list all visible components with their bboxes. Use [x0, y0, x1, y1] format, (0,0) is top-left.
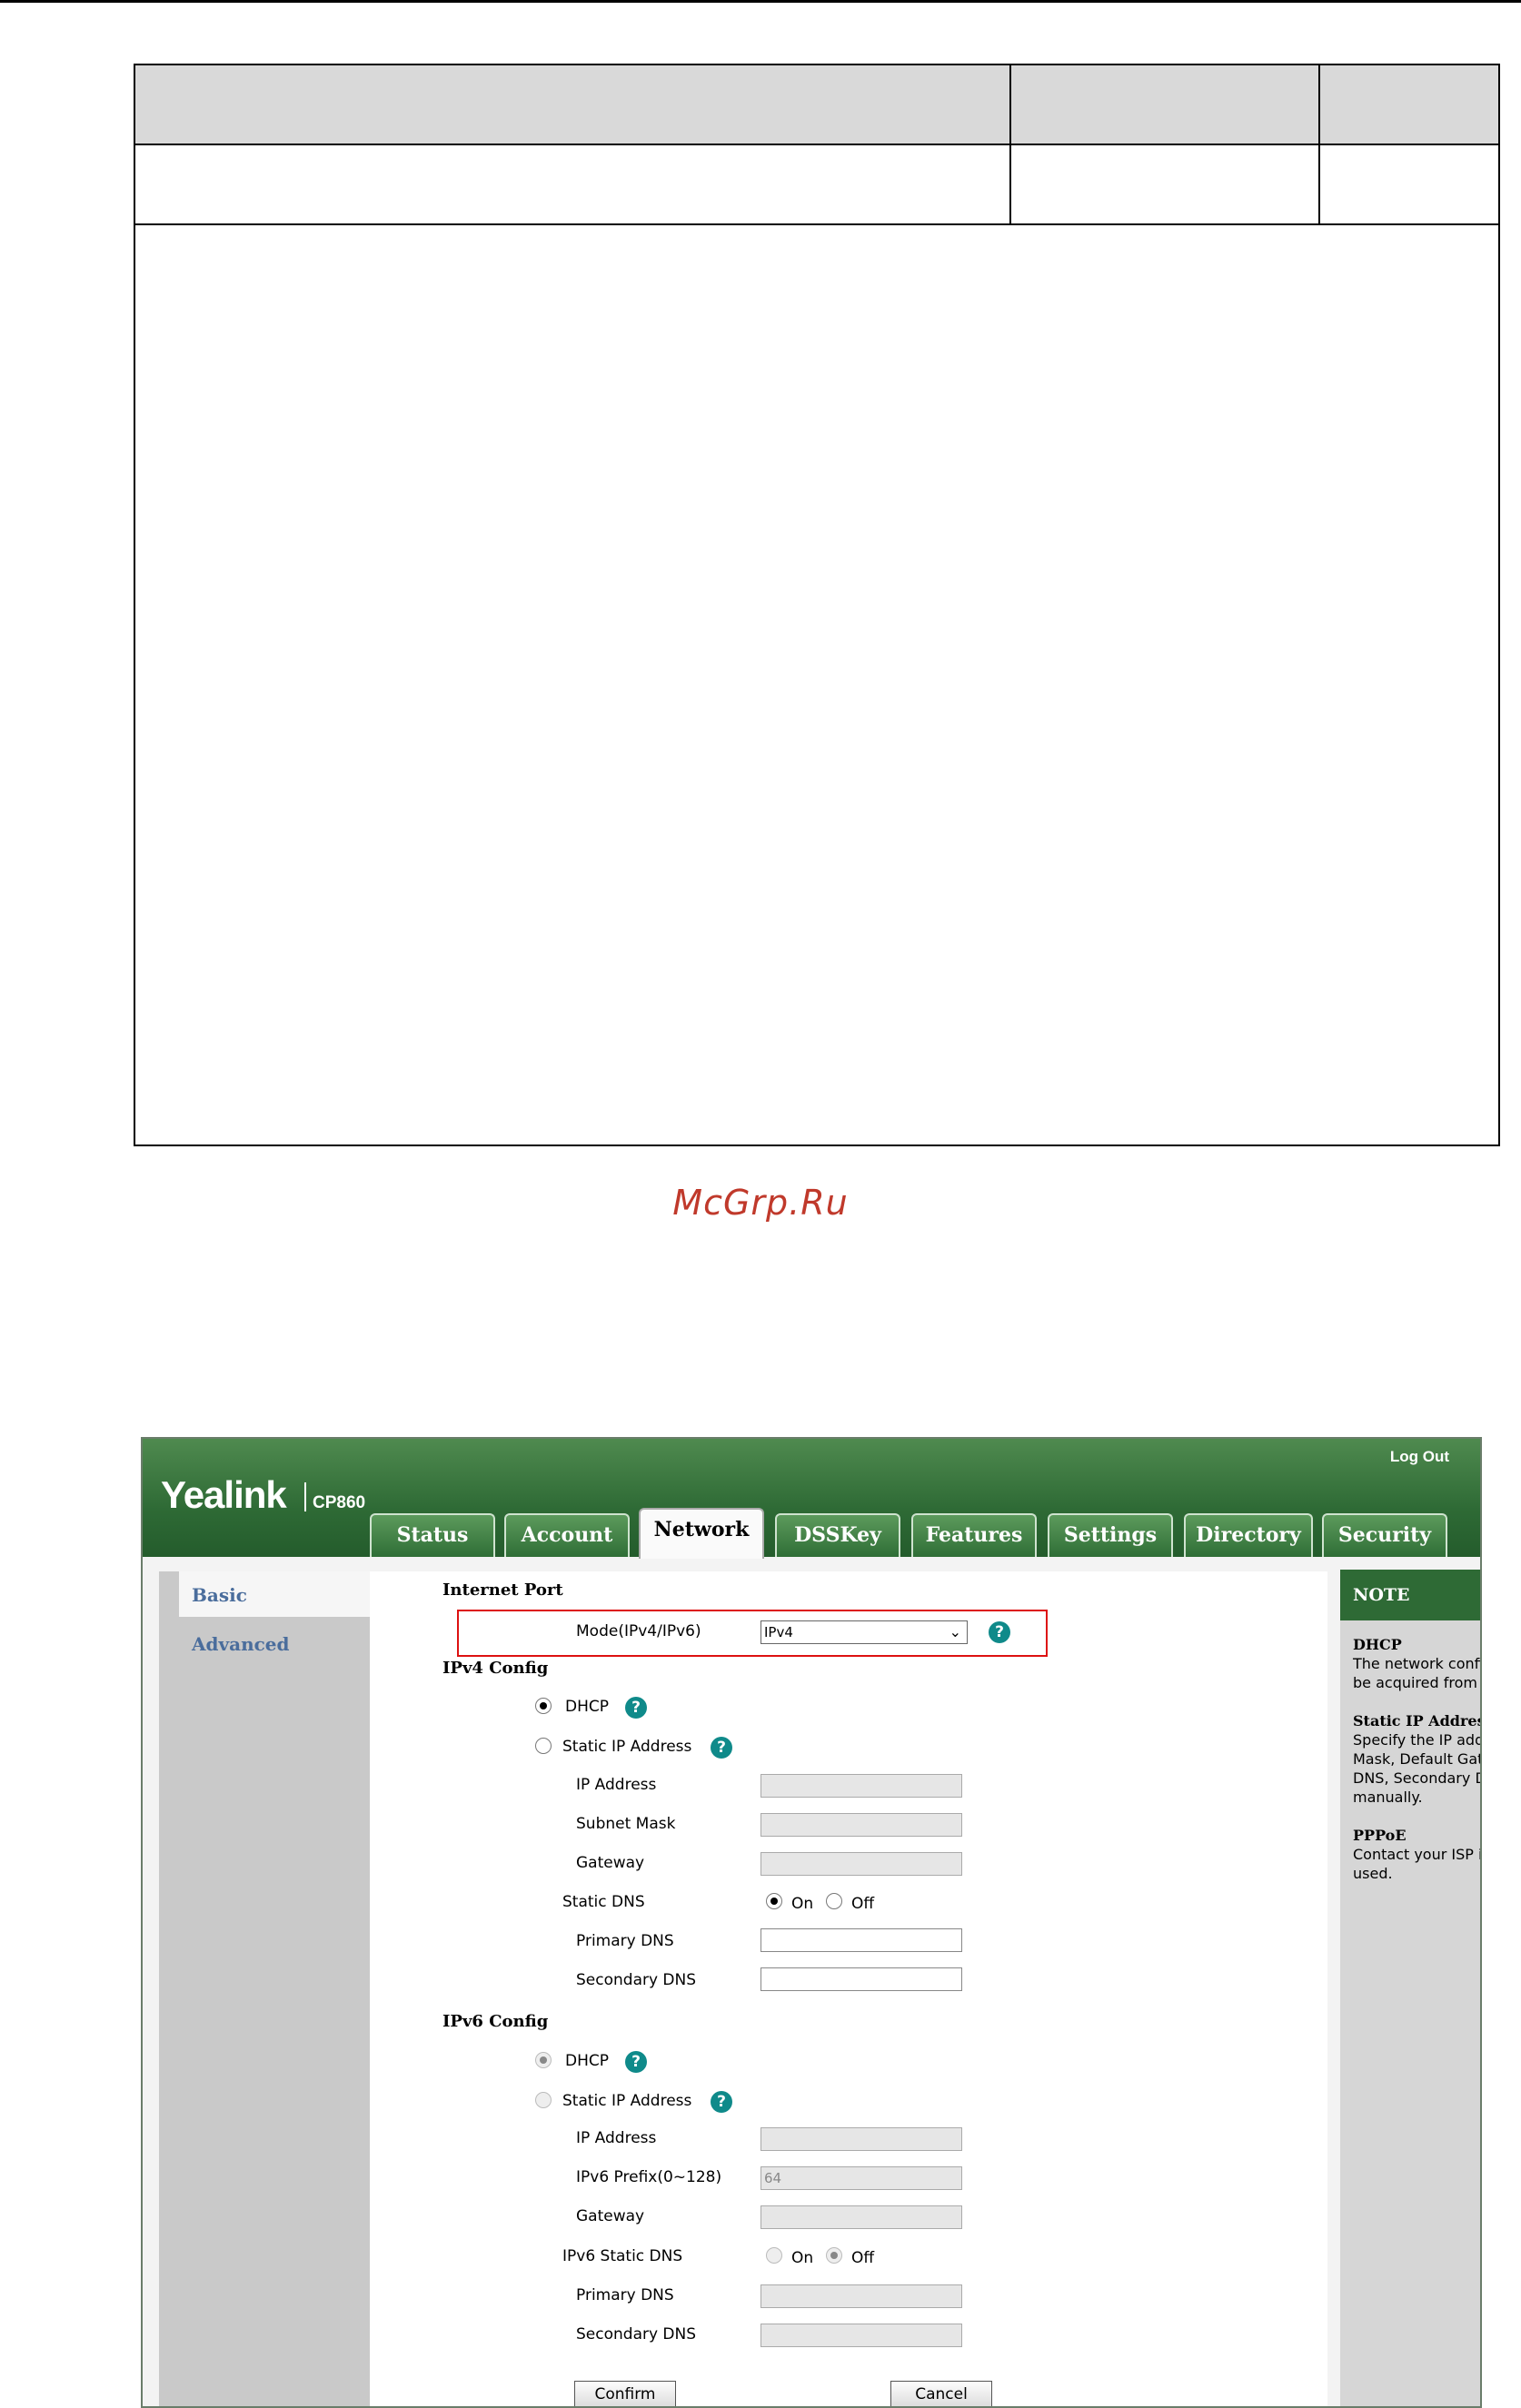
logout-link[interactable]: Log Out	[1390, 1448, 1449, 1466]
mode-select[interactable]: IPv4 ⌄	[760, 1620, 968, 1644]
help-icon[interactable]: ?	[625, 1697, 647, 1719]
note-text: Contact your ISP if it should be used.	[1353, 1846, 1480, 1882]
top-rule	[0, 0, 1521, 3]
note-heading: DHCP	[1353, 1636, 1402, 1653]
internet-port-title: Internet Port	[442, 1581, 563, 1600]
help-icon[interactable]: ?	[989, 1621, 1010, 1643]
help-icon[interactable]: ?	[711, 1737, 732, 1759]
logo-separator	[304, 1482, 306, 1511]
table-row	[135, 145, 1498, 225]
sidebar-item-advanced[interactable]: Advanced	[192, 1633, 290, 1655]
ipv6-primary-dns-input[interactable]	[760, 2284, 962, 2308]
tab-account[interactable]: Account	[504, 1513, 630, 1557]
ipv4-mask-label: Subnet Mask	[576, 1815, 676, 1833]
yealink-web-ui: Yealink CP860 Log Out Status Account Net…	[141, 1437, 1482, 2408]
ipv6-prefix-input[interactable]: 64	[760, 2166, 962, 2190]
note-panel: NOTE DHCP The network configurations wil…	[1340, 1570, 1482, 2406]
tab-network[interactable]: Network	[639, 1508, 764, 1559]
note-title: NOTE	[1340, 1570, 1480, 1620]
help-icon[interactable]: ?	[625, 2051, 647, 2073]
note-text: The network configurations will be acqui…	[1353, 1655, 1480, 1691]
note-text: Specify the IP address, Subnet Mask, Def…	[1353, 1731, 1480, 1806]
ipv4-ip-input[interactable]	[760, 1774, 962, 1798]
ipv4-static-dns-on-radio[interactable]	[766, 1893, 782, 1909]
network-basic-form: Internet Port Mode(IPv4/IPv6) IPv4 ⌄ ? I…	[370, 1571, 1327, 2406]
tab-dsskey[interactable]: DSSKey	[775, 1513, 900, 1557]
ipv4-static-dns-off-radio[interactable]	[826, 1893, 842, 1909]
ipv6-static-dns-on-radio[interactable]	[766, 2247, 782, 2264]
ipv4-static-dns-label: Static DNS	[562, 1893, 645, 1911]
ipv4-mask-input[interactable]	[760, 1813, 962, 1837]
ipv6-dhcp-label: DHCP	[565, 2052, 609, 2070]
ipv4-static-dns-on-label: On	[791, 1895, 814, 1913]
note-heading: Static IP Address	[1353, 1712, 1482, 1729]
ipv6-prefix-label: IPv6 Prefix(0~128)	[576, 2168, 722, 2186]
ipv4-static-dns-off-label: Off	[851, 1895, 875, 1913]
confirm-button[interactable]: Confirm	[574, 2381, 676, 2406]
chevron-down-icon: ⌄	[949, 1623, 961, 1640]
tab-status[interactable]: Status	[370, 1513, 495, 1557]
table-column-divider	[1009, 145, 1011, 223]
ipv4-config-title: IPv4 Config	[442, 1659, 549, 1678]
note-heading: PPPoE	[1353, 1827, 1407, 1844]
ipv6-dhcp-radio[interactable]	[535, 2052, 552, 2068]
ipv6-static-dns-label: IPv6 Static DNS	[562, 2247, 683, 2265]
sidebar-item-basic[interactable]: Basic	[192, 1584, 247, 1606]
ipv4-dhcp-label: DHCP	[565, 1698, 609, 1716]
brand-logo: Yealink	[161, 1473, 287, 1516]
note-body: DHCP The network configurations will be …	[1353, 1635, 1482, 1902]
ipv4-static-label: Static IP Address	[562, 1738, 692, 1756]
ipv4-static-radio[interactable]	[535, 1738, 552, 1754]
ipv6-ip-label: IP Address	[576, 2129, 657, 2147]
sidebar: Basic Advanced	[159, 1571, 370, 2406]
ipv4-gateway-label: Gateway	[576, 1854, 645, 1872]
tab-security[interactable]: Security	[1322, 1513, 1447, 1557]
ipv6-static-radio[interactable]	[535, 2092, 552, 2108]
mode-label: Mode(IPv4/IPv6)	[576, 1622, 701, 1640]
tab-directory[interactable]: Directory	[1184, 1513, 1313, 1557]
note-item: DHCP The network configurations will be …	[1353, 1635, 1480, 1692]
ipv4-primary-dns-label: Primary DNS	[576, 1932, 674, 1950]
table-column-divider	[1009, 65, 1011, 144]
ipv6-secondary-dns-label: Secondary DNS	[576, 2325, 697, 2344]
mode-select-value: IPv4	[764, 1624, 793, 1640]
model-name: CP860	[313, 1493, 366, 1512]
table-column-divider	[1318, 65, 1320, 144]
ipv6-ip-input[interactable]	[760, 2127, 962, 2151]
ipv4-gateway-input[interactable]	[760, 1852, 962, 1876]
ipv4-secondary-dns-input[interactable]	[760, 1967, 962, 1991]
table-header-row	[135, 65, 1498, 145]
cancel-button[interactable]: Cancel	[890, 2381, 992, 2406]
ipv6-config-title: IPv6 Config	[442, 2012, 549, 2031]
document-table	[134, 64, 1500, 1146]
ipv4-primary-dns-input[interactable]	[760, 1928, 962, 1952]
ipv6-static-dns-off-label: Off	[851, 2249, 875, 2267]
tab-settings[interactable]: Settings	[1048, 1513, 1173, 1557]
help-icon[interactable]: ?	[711, 2091, 732, 2113]
ipv6-gateway-input[interactable]	[760, 2205, 962, 2229]
ipv6-static-label: Static IP Address	[562, 2092, 692, 2110]
ipv4-ip-label: IP Address	[576, 1776, 657, 1794]
ipv4-secondary-dns-label: Secondary DNS	[576, 1971, 697, 1989]
ipv6-secondary-dns-input[interactable]	[760, 2324, 962, 2347]
watermark: McGrp.Ru	[672, 1183, 849, 1223]
table-column-divider	[1318, 145, 1320, 223]
ipv6-static-dns-on-label: On	[791, 2249, 814, 2267]
note-item: Static IP Address Specify the IP address…	[1353, 1711, 1482, 1807]
ipv6-gateway-label: Gateway	[576, 2207, 645, 2225]
ui-header: Yealink CP860 Log Out Status Account Net…	[143, 1439, 1480, 1559]
note-item: PPPoE Contact your ISP if it should be u…	[1353, 1826, 1480, 1883]
ipv6-primary-dns-label: Primary DNS	[576, 2286, 674, 2304]
ipv6-static-dns-off-radio[interactable]	[826, 2247, 842, 2264]
ipv4-dhcp-radio[interactable]	[535, 1698, 552, 1714]
tab-features[interactable]: Features	[911, 1513, 1037, 1557]
